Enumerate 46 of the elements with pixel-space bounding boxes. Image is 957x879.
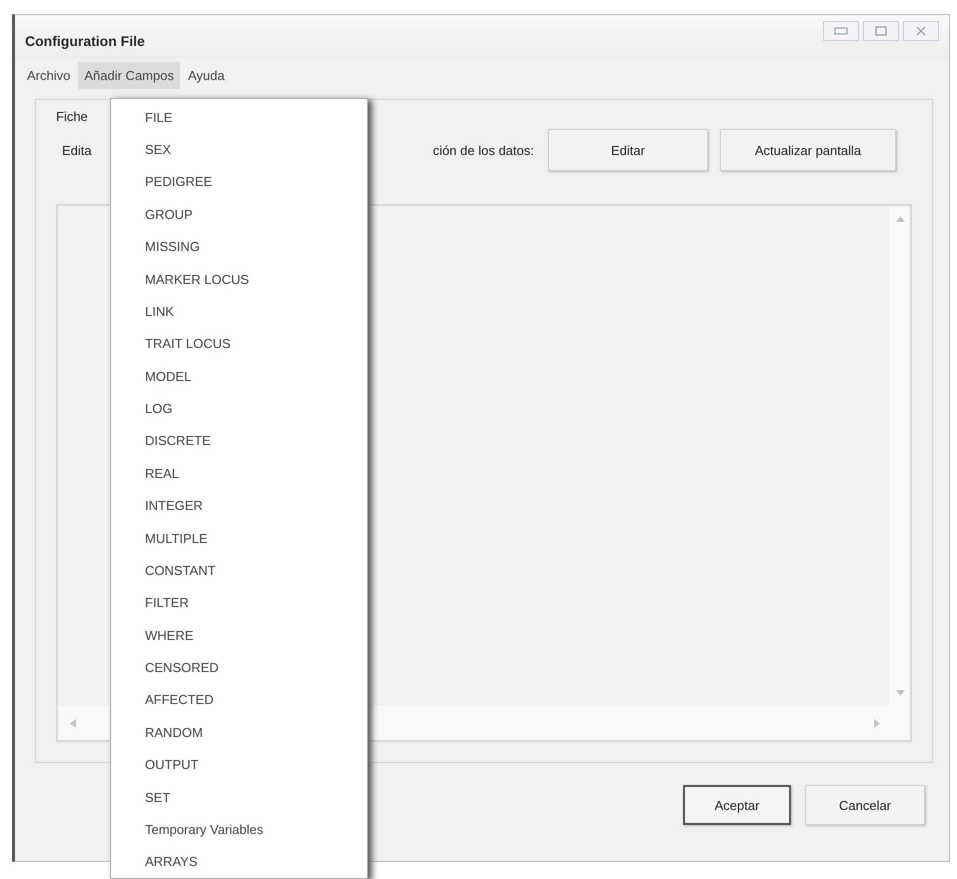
minimize-icon [834, 27, 848, 35]
menu-option[interactable]: ARRAYS [111, 846, 367, 878]
menu-option[interactable]: PEDIGREE [111, 166, 367, 198]
menu-item[interactable]: Añadir Campos [78, 62, 180, 88]
menu-option[interactable]: AFFECTED [111, 684, 367, 716]
menu-option[interactable]: MISSING [111, 230, 367, 263]
menu-option[interactable]: REAL [111, 457, 367, 490]
menu-option[interactable]: CONSTANT [111, 554, 367, 587]
menu-option[interactable]: MODEL [111, 360, 367, 392]
minimize-button[interactable] [823, 21, 859, 41]
menu-option[interactable]: SEX [111, 133, 367, 166]
menu-option[interactable]: FILTER [111, 586, 367, 619]
menu-option[interactable]: LOG [111, 392, 367, 425]
maximize-button[interactable] [863, 21, 899, 41]
menu-option[interactable]: MULTIPLE [111, 522, 367, 554]
close-icon [916, 26, 926, 36]
dialog-button[interactable]: Aceptar [683, 785, 791, 825]
menu-option[interactable]: CENSORED [111, 651, 367, 684]
menu-item[interactable]: Archivo [21, 62, 76, 88]
menu-option[interactable]: WHERE [111, 619, 367, 652]
menu-option[interactable]: LINK [111, 295, 367, 328]
menu-option[interactable]: SET [111, 780, 367, 814]
label: ción de los datos: [432, 142, 534, 158]
label: Fiche [56, 109, 88, 124]
dialog-button[interactable]: Cancelar [805, 785, 925, 825]
vertical-scrollbar[interactable] [890, 206, 910, 706]
menu-option[interactable]: OUTPUT [111, 748, 367, 781]
close-button[interactable] [903, 21, 939, 41]
refresh-button[interactable]: Actualizar pantalla [720, 129, 896, 171]
scroll-right-icon [874, 718, 880, 728]
menu-option[interactable]: INTEGER [111, 490, 367, 522]
window-title: Configuration File [25, 33, 145, 49]
scroll-down-icon [896, 690, 904, 696]
menu-option[interactable]: MARKER LOCUS [111, 262, 367, 296]
label: Edita [62, 142, 92, 158]
scroll-left-icon [70, 718, 76, 728]
maximize-icon [875, 26, 887, 36]
menu-item[interactable]: Ayuda [182, 62, 231, 88]
menu-option[interactable]: RANDOM [111, 716, 367, 748]
scroll-up-icon [896, 216, 904, 222]
edit-button[interactable]: Editar [548, 129, 708, 171]
menu-option[interactable]: Temporary Variables [111, 813, 367, 846]
menu-option[interactable]: GROUP [111, 198, 367, 230]
menu-option[interactable]: FILE [111, 101, 367, 134]
menu-option[interactable]: TRAIT LOCUS [111, 328, 367, 360]
menu-option[interactable]: DISCRETE [111, 424, 367, 458]
